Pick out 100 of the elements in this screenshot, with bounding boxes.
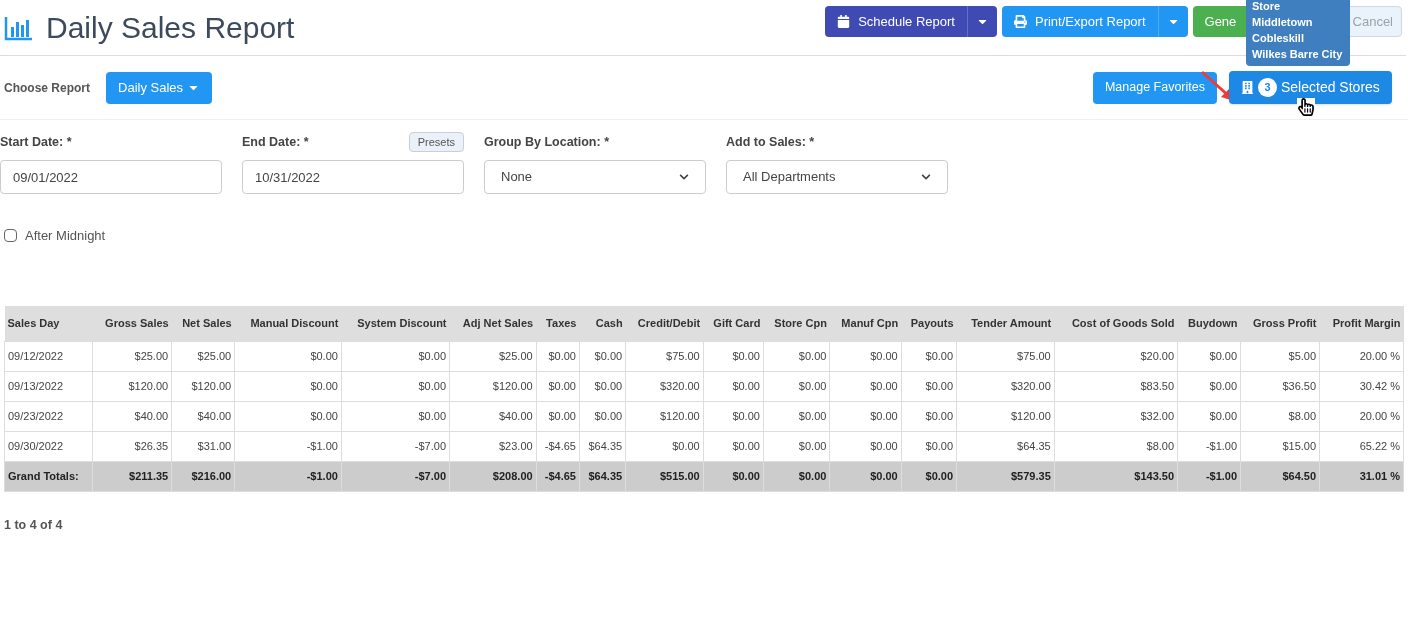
table-cell: $0.00 <box>625 431 704 462</box>
column-header: Payouts <box>901 305 957 342</box>
filter-label: End Date: * <box>242 133 309 151</box>
table-cell: $83.50 <box>1054 371 1178 402</box>
table-cell: $64.35 <box>956 431 1055 462</box>
total-cell: $143.50 <box>1054 461 1178 492</box>
table-cell: $320.00 <box>625 371 704 402</box>
table-cell: 65.22 % <box>1319 431 1404 462</box>
column-header: Cash <box>579 305 626 342</box>
table-cell: -$7.00 <box>341 431 450 462</box>
table-cell: $0.00 <box>579 371 626 402</box>
total-cell: $579.35 <box>956 461 1055 492</box>
table-cell: $0.00 <box>703 431 764 462</box>
table-cell: 09/13/2022 <box>4 371 93 402</box>
presets-button[interactable]: Presets <box>408 131 464 153</box>
column-header: Sales Day <box>4 305 93 342</box>
table-cell: 30.42 % <box>1319 371 1404 402</box>
table-cell: $0.00 <box>829 431 902 462</box>
date-field[interactable]: 09/01/2022 <box>0 160 222 194</box>
table-cell: $120.00 <box>171 371 235 402</box>
filter-label: Add to Sales: * <box>726 133 815 151</box>
table-cell: $120.00 <box>449 371 537 402</box>
table-cell: $23.00 <box>449 431 537 462</box>
table-cell: $0.00 <box>703 371 764 402</box>
chevron-icon <box>679 172 689 182</box>
select-field[interactable]: None <box>484 160 706 194</box>
column-header: Manuf Cpn <box>829 305 902 342</box>
table-cell: $20.00 <box>1054 341 1178 372</box>
table-cell: $0.00 <box>763 431 830 462</box>
column-header: Gross Profit <box>1240 305 1320 342</box>
filter-label: Start Date: * <box>0 133 72 151</box>
table-cell: $0.00 <box>234 371 342 402</box>
table-cell: $0.00 <box>234 341 342 372</box>
after-midnight-label: After Midnight <box>25 227 106 245</box>
table-cell: 09/23/2022 <box>4 401 93 432</box>
tooltip-line: Middletown <box>1252 15 1314 30</box>
column-header: Adj Net Sales <box>449 305 537 342</box>
table-cell: $0.00 <box>829 401 902 432</box>
table-cell: $0.00 <box>763 341 830 372</box>
table-cell: $0.00 <box>341 341 450 372</box>
table-cell: $0.00 <box>829 371 902 402</box>
table-cell: $0.00 <box>901 401 957 432</box>
table-cell: $0.00 <box>829 341 902 372</box>
total-cell: -$1.00 <box>1177 461 1241 492</box>
filter-label: Group By Location: * <box>484 133 609 151</box>
column-header: Store Cpn <box>763 305 830 342</box>
table-cell: 09/12/2022 <box>4 341 93 372</box>
table-cell: $0.00 <box>536 371 580 402</box>
choose-report-label: Choose Report <box>4 79 90 97</box>
table-cell: $0.00 <box>901 431 957 462</box>
table-cell: $40.00 <box>449 401 537 432</box>
table-cell: $36.50 <box>1240 371 1320 402</box>
column-header: Net Sales <box>171 305 235 342</box>
total-cell: 31.01 % <box>1319 461 1404 492</box>
table-cell: -$4.65 <box>536 431 580 462</box>
table-cell: $0.00 <box>901 371 957 402</box>
table-cell: $75.00 <box>625 341 704 372</box>
table-cell: $0.00 <box>1177 401 1241 432</box>
building-icon <box>1241 81 1254 94</box>
selected-stores-button[interactable]: 3 Selected Stores <box>1229 71 1392 104</box>
after-midnight-checkbox[interactable] <box>4 229 17 243</box>
table-cell: $0.00 <box>234 401 342 432</box>
total-cell: $64.35 <box>579 461 626 492</box>
select-field[interactable]: All Departments <box>726 160 948 194</box>
total-cell: Grand Totals: <box>4 461 93 492</box>
date-field[interactable]: 10/31/2022 <box>242 160 464 194</box>
total-cell: -$4.65 <box>536 461 580 492</box>
table-cell: $26.35 <box>92 431 172 462</box>
total-cell: $0.00 <box>703 461 764 492</box>
selected-stores-label: Selected Stores <box>1281 78 1380 97</box>
table-cell: $40.00 <box>171 401 235 432</box>
table-cell: $75.00 <box>956 341 1055 372</box>
table-cell: $0.00 <box>763 401 830 432</box>
pagination-text: 1 to 4 of 4 <box>4 517 63 534</box>
bar-chart-icon <box>4 14 34 41</box>
total-cell: $211.35 <box>92 461 172 492</box>
table-cell: $8.00 <box>1054 431 1178 462</box>
total-cell: $0.00 <box>901 461 957 492</box>
table-cell: $120.00 <box>956 401 1055 432</box>
table-cell: $0.00 <box>763 371 830 402</box>
column-header: Manual Discount <box>234 305 342 342</box>
table-cell: $31.00 <box>171 431 235 462</box>
column-header: System Discount <box>341 305 450 342</box>
column-header: Credit/Debit <box>625 305 704 342</box>
table-cell: $0.00 <box>536 341 580 372</box>
chevron-icon <box>921 172 931 182</box>
printer-icon <box>1014 15 1027 28</box>
table-cell: $8.00 <box>1240 401 1320 432</box>
table-cell: $0.00 <box>579 401 626 432</box>
table-cell: $25.00 <box>171 341 235 372</box>
table-cell: 09/30/2022 <box>4 431 93 462</box>
total-cell: $208.00 <box>449 461 537 492</box>
column-header: Gift Card <box>703 305 764 342</box>
table-cell: $0.00 <box>341 401 450 432</box>
column-header: Buydown <box>1177 305 1241 342</box>
table-cell: -$1.00 <box>1177 431 1241 462</box>
store-count: 3 <box>1258 78 1277 97</box>
table-cell: $25.00 <box>92 341 172 372</box>
calendar-icon <box>837 15 851 28</box>
column-header: Profit Margin <box>1319 305 1404 342</box>
